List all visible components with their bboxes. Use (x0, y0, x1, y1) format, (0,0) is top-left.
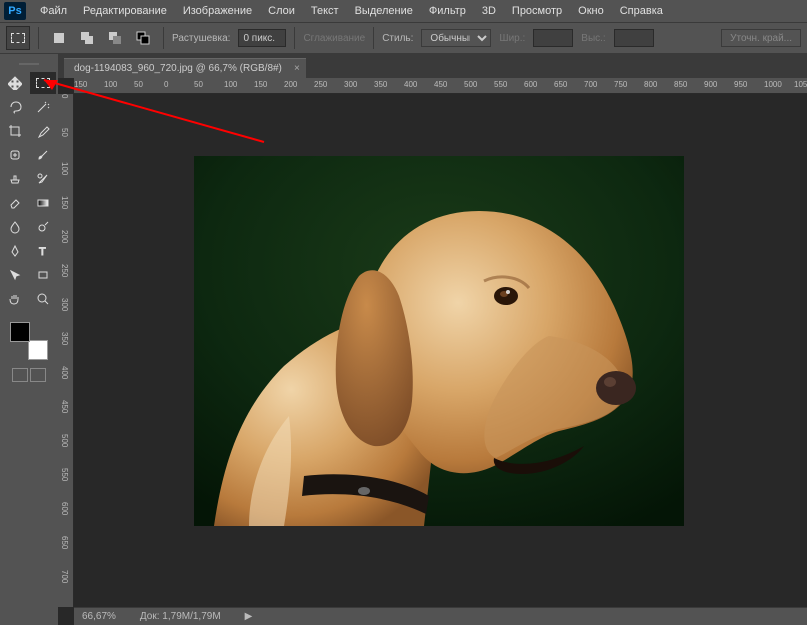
separator (163, 27, 164, 49)
selection-subtract-icon[interactable] (103, 26, 127, 50)
panel-grip[interactable] (2, 60, 56, 68)
separator (373, 27, 374, 49)
current-tool-preset[interactable] (6, 26, 30, 50)
tab-title: dog-1194083_960_720.jpg @ 66,7% (RGB/8#) (74, 63, 282, 74)
marquee-icon (11, 33, 25, 43)
menu-window[interactable]: Окно (570, 3, 612, 19)
status-arrow-icon[interactable]: ▶ (245, 611, 253, 622)
gradient-tool[interactable] (30, 192, 56, 214)
screen-mode-group (2, 368, 56, 382)
quickmask-icon[interactable] (12, 368, 28, 382)
path-select-tool[interactable] (2, 264, 28, 286)
selection-add-icon[interactable] (75, 26, 99, 50)
menu-help[interactable]: Справка (612, 3, 671, 19)
separator (38, 27, 39, 49)
style-label: Стиль: (382, 33, 413, 44)
selection-intersect-icon[interactable] (131, 26, 155, 50)
tool-panel: T (0, 54, 58, 625)
menu-file[interactable]: Файл (32, 3, 75, 19)
ruler-vertical[interactable]: 0501001502002503003504004505005506006507… (58, 94, 74, 607)
height-label: Выс.: (581, 33, 605, 44)
feather-label: Растушевка: (172, 33, 230, 44)
app-logo: Ps (4, 2, 26, 20)
menu-filter[interactable]: Фильтр (421, 3, 474, 19)
zoom-level[interactable]: 66,67% (82, 611, 116, 622)
foreground-color[interactable] (10, 322, 30, 342)
doc-size: Док: 1,79M/1,79M (140, 611, 221, 622)
width-input (533, 29, 573, 47)
dodge-tool[interactable] (30, 216, 56, 238)
document-tabs: dog-1194083_960_720.jpg @ 66,7% (RGB/8#)… (58, 54, 807, 78)
tool-grid: T (2, 72, 56, 310)
marquee-tool[interactable] (30, 72, 56, 94)
screenmode-icon[interactable] (30, 368, 46, 382)
magic-wand-tool[interactable] (30, 96, 56, 118)
menu-text[interactable]: Текст (303, 3, 347, 19)
status-bar: 66,67% Док: 1,79M/1,79M ▶ (74, 607, 807, 625)
blur-tool[interactable] (2, 216, 28, 238)
menu-select[interactable]: Выделение (347, 3, 421, 19)
document-image (194, 156, 684, 526)
svg-text:T: T (39, 246, 46, 258)
type-tool[interactable]: T (30, 240, 56, 262)
color-swatches[interactable] (10, 322, 48, 360)
options-bar: Растушевка: Сглаживание Стиль: Обычный Ш… (0, 22, 807, 54)
menu-image[interactable]: Изображение (175, 3, 260, 19)
style-select[interactable]: Обычный (421, 29, 491, 47)
main-area: T dog-1194083_960_720.jpg @ 66,7% (RGB/8… (0, 54, 807, 625)
healing-brush-tool[interactable] (2, 144, 28, 166)
clone-stamp-tool[interactable] (2, 168, 28, 190)
hand-tool[interactable] (2, 288, 28, 310)
selection-mode-group (47, 26, 155, 50)
document-area: dog-1194083_960_720.jpg @ 66,7% (RGB/8#)… (58, 54, 807, 625)
eraser-tool[interactable] (2, 192, 28, 214)
separator (294, 27, 295, 49)
rectangle-tool[interactable] (30, 264, 56, 286)
move-tool[interactable] (2, 72, 28, 94)
close-icon[interactable]: × (294, 63, 300, 74)
width-label: Шир.: (499, 33, 525, 44)
document-tab[interactable]: dog-1194083_960_720.jpg @ 66,7% (RGB/8#)… (64, 58, 306, 78)
height-input (614, 29, 654, 47)
crop-tool[interactable] (2, 120, 28, 142)
history-brush-tool[interactable] (30, 168, 56, 190)
menu-3d[interactable]: 3D (474, 3, 504, 19)
feather-input[interactable] (238, 29, 286, 47)
pen-tool[interactable] (2, 240, 28, 262)
menu-view[interactable]: Просмотр (504, 3, 570, 19)
refine-edge-button[interactable]: Уточн. край... (721, 29, 801, 47)
menu-layers[interactable]: Слои (260, 3, 303, 19)
background-color[interactable] (28, 340, 48, 360)
canvas[interactable] (74, 94, 807, 607)
brush-tool[interactable] (30, 144, 56, 166)
lasso-tool[interactable] (2, 96, 28, 118)
zoom-tool[interactable] (30, 288, 56, 310)
eyedropper-tool[interactable] (30, 120, 56, 142)
menu-bar: Ps Файл Редактирование Изображение Слои … (0, 0, 807, 22)
selection-new-icon[interactable] (47, 26, 71, 50)
antialias-label: Сглаживание (303, 33, 365, 44)
ruler-horizontal[interactable]: 1501005005010015020025030035040045050055… (74, 78, 807, 94)
menu-edit[interactable]: Редактирование (75, 3, 175, 19)
